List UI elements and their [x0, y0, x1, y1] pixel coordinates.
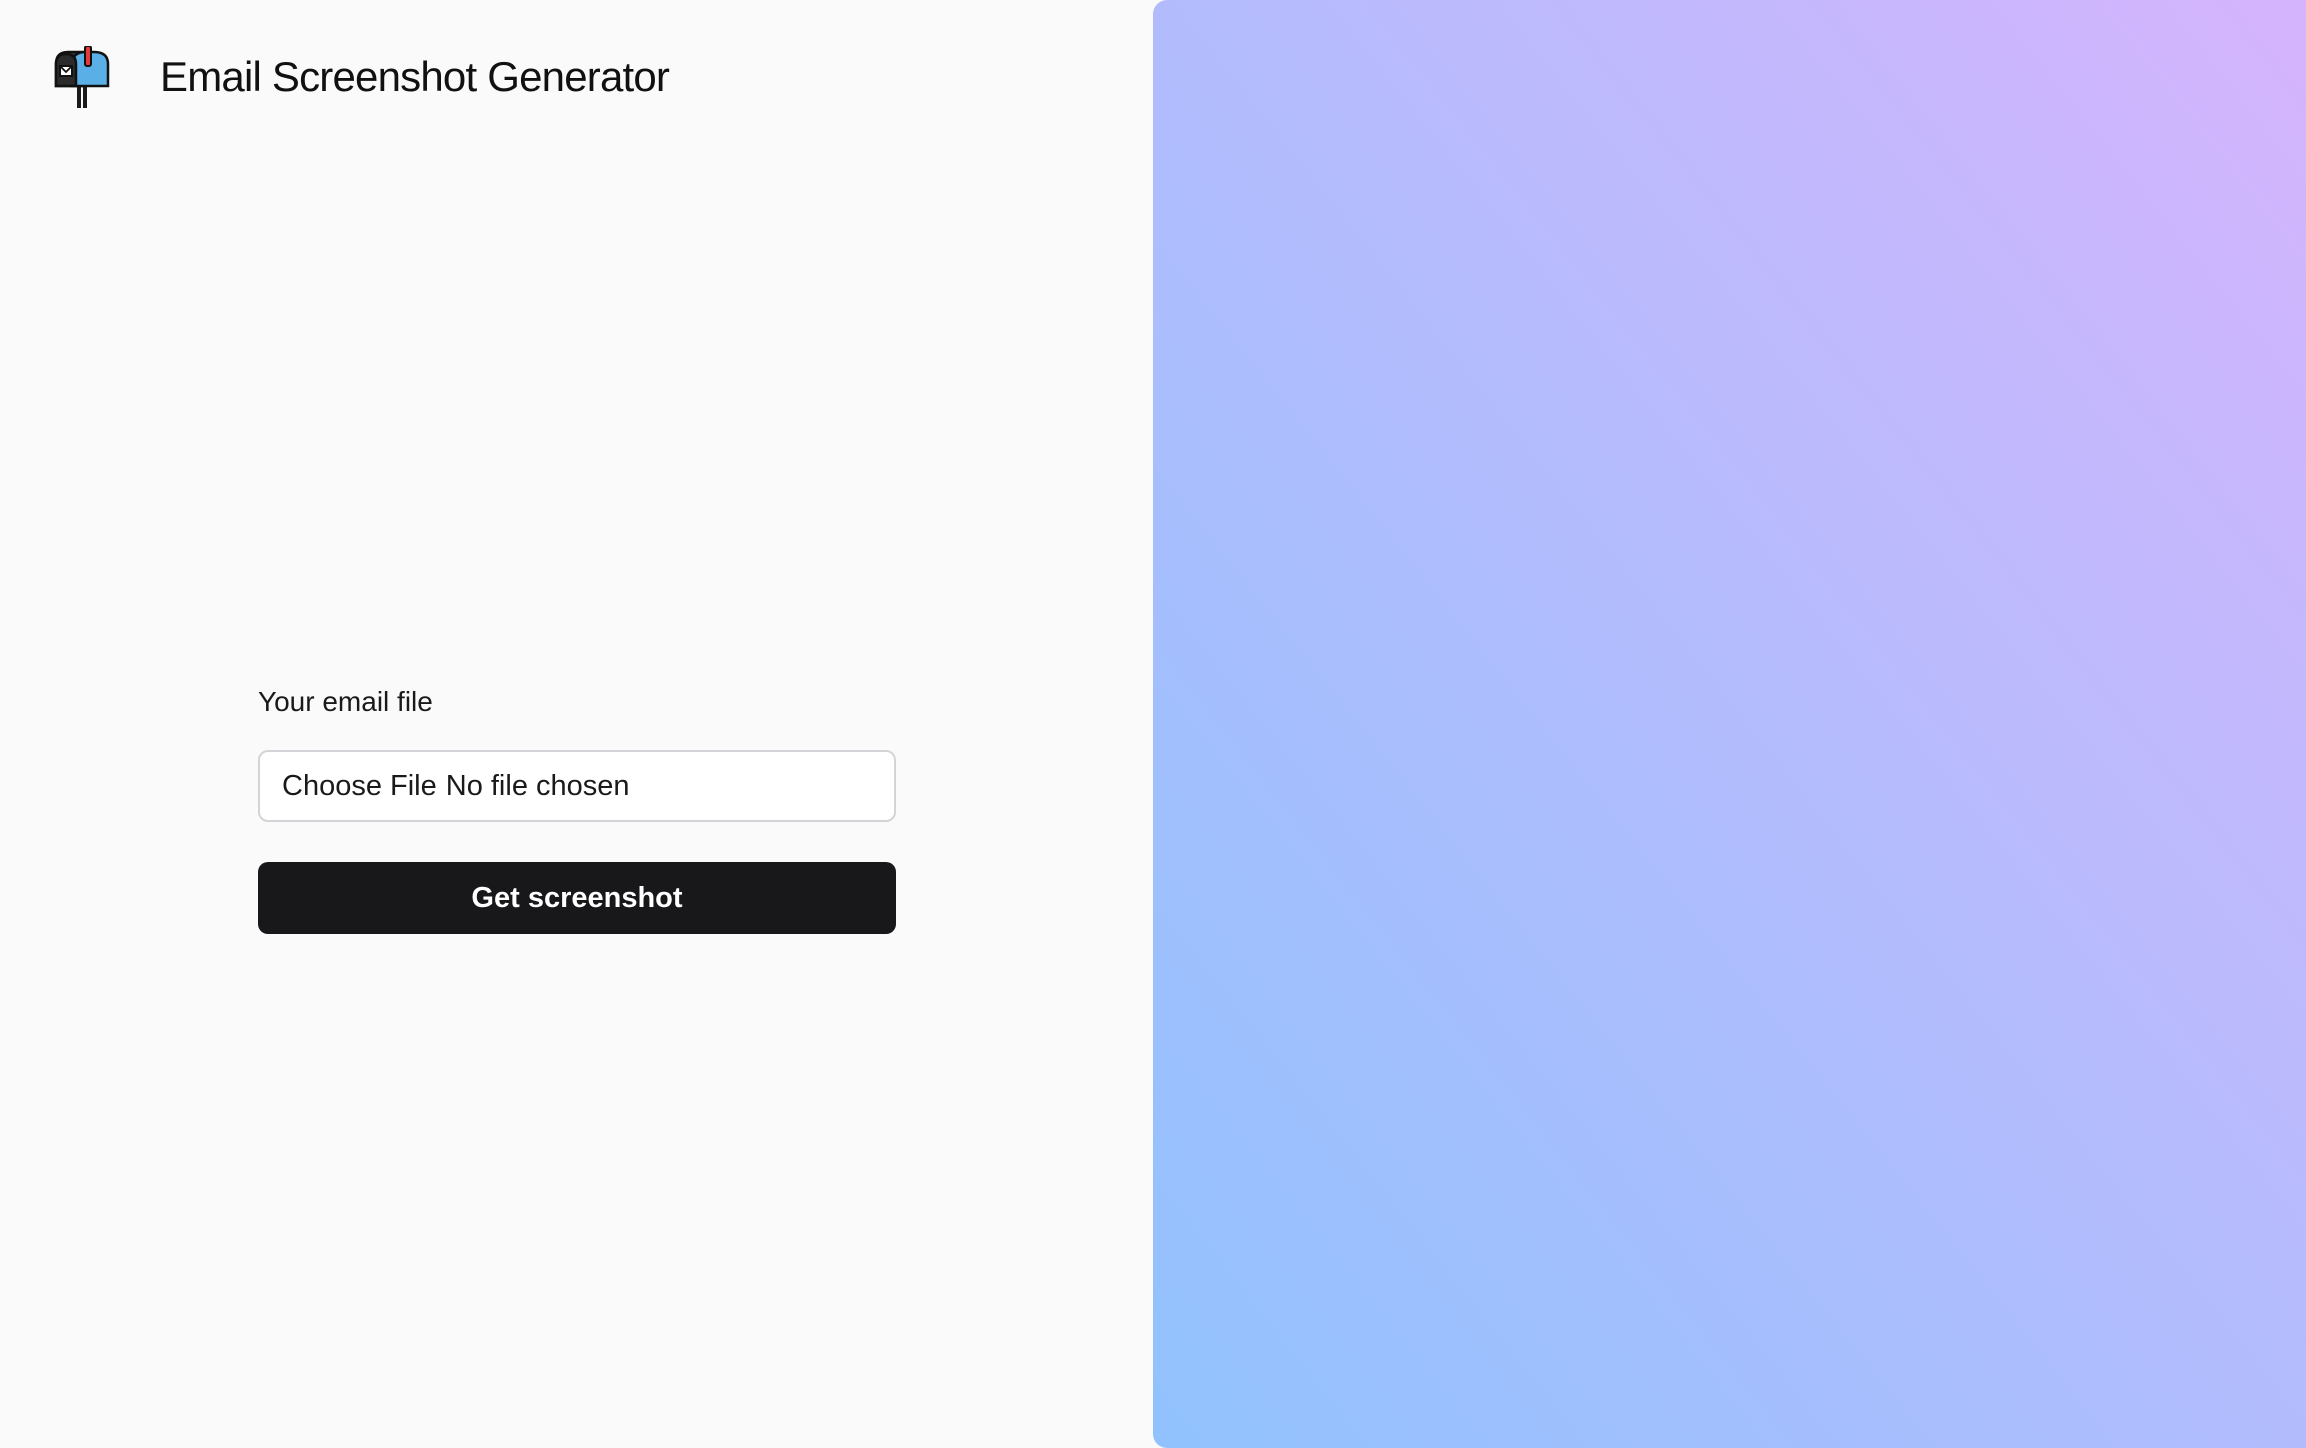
preview-panel [1153, 0, 2306, 1448]
file-status-text: No file chosen [445, 769, 630, 802]
page: Email Screenshot Generator Your email fi… [0, 0, 2306, 1448]
app-header: Email Screenshot Generator [52, 46, 670, 108]
upload-form: Your email file Choose File No file chos… [258, 680, 896, 934]
get-screenshot-button[interactable]: Get screenshot [258, 862, 896, 934]
email-file-label: Your email file [258, 686, 433, 717]
app-title: Email Screenshot Generator [160, 53, 670, 100]
mailbox-icon [54, 46, 110, 108]
email-file-input[interactable]: Choose File No file chosen [258, 750, 896, 822]
choose-file-button[interactable]: Choose File [282, 770, 437, 803]
form-panel: Email Screenshot Generator Your email fi… [0, 0, 1153, 1448]
